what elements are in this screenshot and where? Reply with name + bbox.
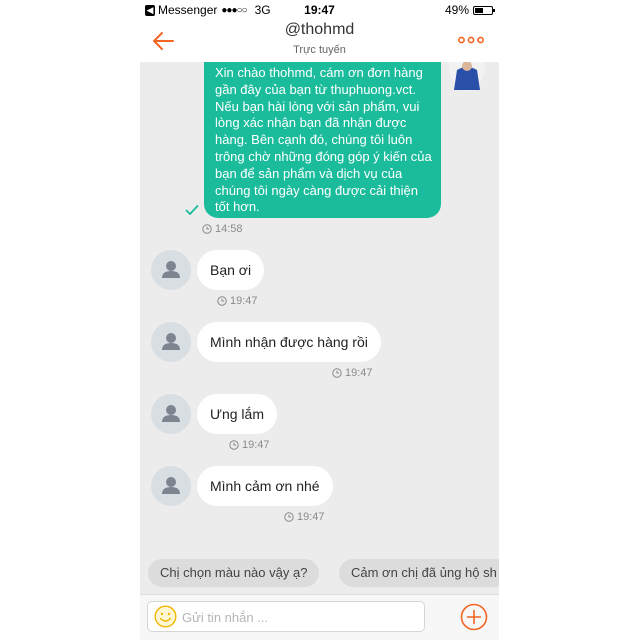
contact-avatar[interactable]	[151, 466, 191, 506]
status-right: 49%	[444, 3, 495, 17]
message-timestamp: 19:47	[217, 295, 258, 307]
clock-icon	[284, 512, 294, 522]
person-avatar-icon	[162, 405, 180, 422]
person-avatar-icon	[162, 333, 180, 350]
outgoing-message-bubble[interactable]: Xin chào thohmd, cám ơn đơn hàng gần đây…	[204, 62, 441, 218]
incoming-message-bubble[interactable]: Mình nhận được hàng rồi	[197, 322, 381, 362]
timestamp-text: 19:47	[230, 295, 258, 307]
clock-icon	[202, 224, 212, 234]
message-input[interactable]	[182, 606, 417, 628]
contact-avatar[interactable]	[151, 322, 191, 362]
timestamp-text: 19:47	[345, 367, 373, 379]
clock-icon	[217, 296, 227, 306]
quick-reply-chip[interactable]: Cảm ơn chị đã ủng hộ sh	[339, 559, 499, 587]
sender-avatar[interactable]	[447, 62, 487, 92]
timestamp-text: 19:47	[242, 439, 270, 451]
contact-avatar[interactable]	[151, 250, 191, 290]
message-input-box[interactable]	[147, 601, 425, 632]
chat-title: @thohmd	[284, 21, 355, 38]
timestamp-text: 14:58	[215, 223, 243, 235]
status-bar: ◀ Messenger ●●●○○ 3G 19:47 49%	[140, 0, 499, 20]
clock-icon	[229, 440, 239, 450]
chat-header: @thohmd Trực tuyến	[140, 20, 499, 62]
battery-icon	[473, 5, 495, 15]
timestamp-text: 19:47	[297, 511, 325, 523]
message-timestamp: 19:47	[284, 511, 325, 523]
person-avatar-icon	[162, 477, 180, 494]
person-avatar-icon	[162, 261, 180, 278]
message-composer	[140, 594, 499, 640]
clock-icon	[332, 368, 342, 378]
message-timestamp: 14:58	[202, 223, 243, 235]
incoming-message-bubble[interactable]: Bạn ơi	[197, 250, 265, 290]
plus-circle-icon[interactable]	[460, 603, 488, 631]
message-timestamp: 19:47	[332, 367, 373, 379]
message-list[interactable]: Xin chào thohmd, cám ơn đơn hàng gần đây…	[140, 62, 499, 554]
smiley-icon[interactable]	[154, 605, 177, 628]
online-status: Trực tuyến	[293, 44, 346, 56]
quick-reply-bar[interactable]: Chị chọn màu nào vậy ạ? Cảm ơn chị đã ủn…	[140, 554, 499, 594]
incoming-message-bubble[interactable]: Mình cảm ơn nhé	[197, 466, 333, 506]
contact-avatar[interactable]	[151, 394, 191, 434]
quick-reply-chip[interactable]: Chị chọn màu nào vậy ạ?	[148, 559, 320, 587]
delivered-check-icon	[185, 205, 199, 215]
message-timestamp: 19:47	[229, 439, 270, 451]
more-dots-icon[interactable]	[458, 35, 484, 45]
incoming-message-bubble[interactable]: Ưng lắm	[197, 394, 277, 434]
phone-screen: ◀ Messenger ●●●○○ 3G 19:47 49% @thohmd T…	[140, 0, 499, 640]
battery-percent: 49%	[444, 3, 469, 17]
